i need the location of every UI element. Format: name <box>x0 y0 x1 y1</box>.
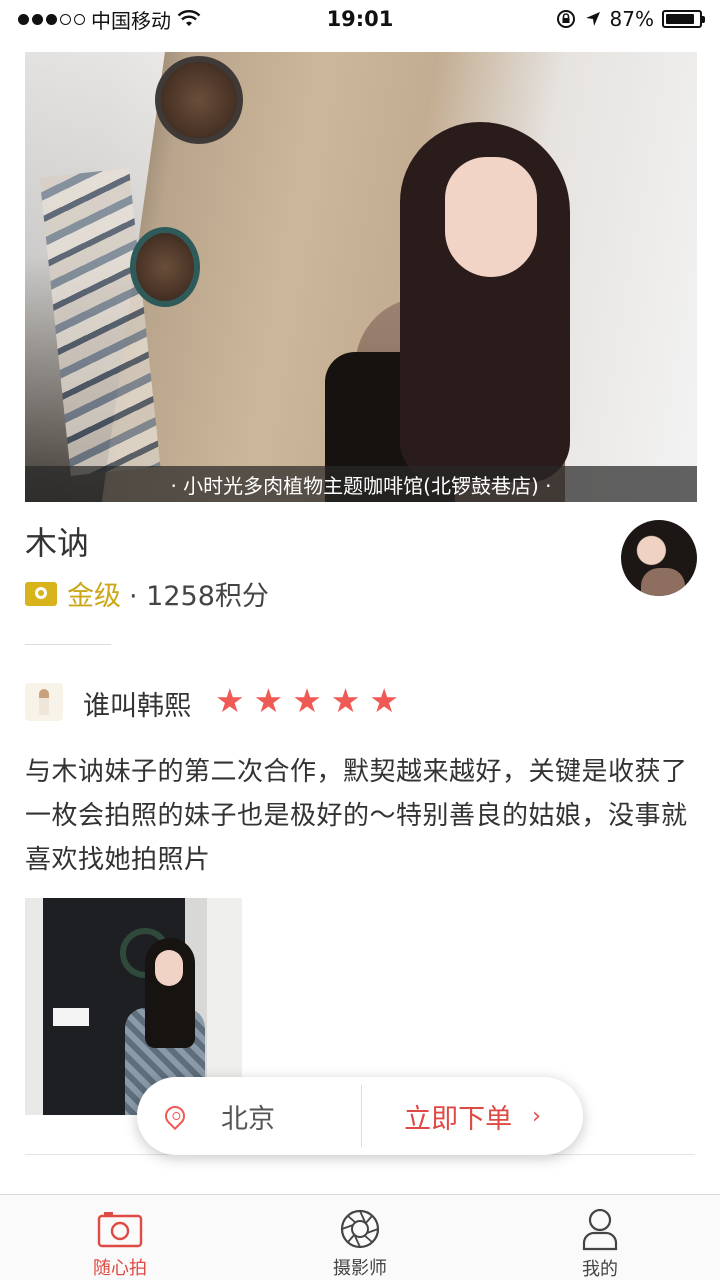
location-pin-icon <box>160 1101 190 1131</box>
thumbnail-sign <box>53 1008 89 1026</box>
tab-label: 随心拍 <box>93 1258 147 1279</box>
status-left: 中国移动 <box>18 5 278 34</box>
star-icon: ★ <box>369 681 399 720</box>
signal-icon <box>18 13 85 25</box>
star-icon: ★ <box>215 681 245 720</box>
reviewer-avatar[interactable] <box>25 683 63 721</box>
reviewer-name: 谁叫韩熙 <box>83 691 191 722</box>
order-now-button[interactable]: 立即下单 › <box>362 1077 583 1155</box>
divider <box>25 644 111 645</box>
rating-stars: ★ ★ ★ ★ ★ <box>215 684 399 717</box>
battery-icon <box>662 10 705 28</box>
tab-label: 我的 <box>582 1259 618 1280</box>
location-arrow-icon <box>585 12 600 26</box>
tab-mine[interactable]: 我的 <box>480 1195 720 1280</box>
signal-dot <box>74 13 85 25</box>
order-bar: 北京 立即下单 › <box>137 1077 583 1155</box>
status-right: 87% <box>442 7 705 31</box>
signal-dot <box>18 13 29 25</box>
chevron-right-icon: › <box>532 1103 541 1129</box>
star-icon: ★ <box>253 681 284 720</box>
wifi-icon <box>177 10 201 26</box>
tab-label: 摄影师 <box>333 1258 387 1279</box>
signal-dot <box>60 13 71 25</box>
points-label: · 1258积分 <box>129 581 269 612</box>
reviewer-avatar-figure <box>39 689 49 715</box>
photo-subject-face <box>445 157 537 277</box>
star-icon: ★ <box>330 681 361 720</box>
tab-photographer[interactable]: 摄影师 <box>240 1195 480 1280</box>
tab-camera[interactable]: 随心拍 <box>0 1195 240 1280</box>
thumbnail-face <box>155 950 183 986</box>
hero-photo[interactable]: · 小时光多肉植物主题咖啡馆(北锣鼓巷店) · <box>25 52 697 502</box>
signal-dot <box>46 13 57 25</box>
level-label: 金级 <box>67 581 121 612</box>
order-now-label: 立即下单 <box>404 1103 513 1135</box>
avatar-figure <box>641 568 685 596</box>
city-selector[interactable]: 北京 <box>137 1077 361 1155</box>
city-label: 北京 <box>221 1103 275 1135</box>
aperture-icon <box>339 1207 381 1250</box>
carrier-name: 中国移动 <box>91 8 171 33</box>
signal-dot <box>32 13 43 25</box>
tab-bar: 随心拍 摄影师 我的 <box>0 1194 720 1280</box>
camera-icon <box>97 1207 143 1250</box>
location-caption-text: · 小时光多肉植物主题咖啡馆(北锣鼓巷店) · <box>170 473 552 498</box>
model-name: 木讷 <box>25 524 90 562</box>
user-icon <box>581 1207 619 1251</box>
rotation-lock-icon <box>556 10 575 28</box>
wall-clock <box>155 56 243 144</box>
location-caption[interactable]: · 小时光多肉植物主题咖啡馆(北锣鼓巷店) · <box>25 466 697 502</box>
battery-percent: 87% <box>609 7 654 31</box>
avatar[interactable] <box>621 520 697 596</box>
battery-fill <box>666 14 694 24</box>
star-icon: ★ <box>292 681 322 720</box>
status-bar: 中国移动 19:01 87% <box>0 0 720 38</box>
status-time: 19:01 <box>326 7 394 31</box>
review-text: 与木讷妹子的第二次合作，默契越来越好，关键是收获了一枚会拍照的妹子也是极好的～特… <box>25 757 688 875</box>
level-row: 金级 · 1258积分 <box>25 574 269 613</box>
camera-badge-icon <box>25 581 57 606</box>
wall-clock <box>130 227 200 307</box>
